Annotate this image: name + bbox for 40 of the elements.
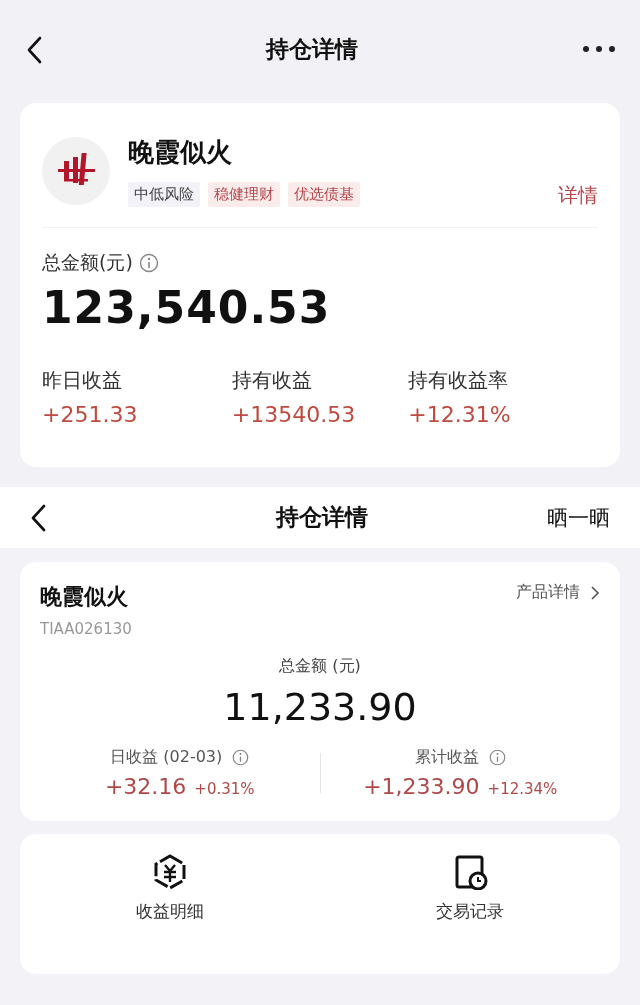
total-amount: 11,233.90 [222,685,418,729]
product-name: 晚霞似火 [128,136,233,169]
product-tag: 中低风险 [128,182,200,207]
action-item[interactable]: 收益明细 [20,854,320,974]
action-label: 收益明细 [136,900,204,923]
back-icon[interactable] [26,35,42,64]
stat-value: +32.16 [104,774,187,799]
info-icon[interactable] [138,253,159,273]
product-tag: 稳健理财 [208,182,280,207]
product-code: TIAA026130 [40,620,132,638]
chevron-right-icon [590,584,600,601]
stat-percent: +12.34% [487,780,558,798]
details-link[interactable]: 详情 [558,182,598,209]
total-amount-label: 总金额 (元) [278,656,362,677]
stat-value: +12.31% [408,402,512,427]
page-title: 持仓详情 [264,35,359,64]
share-link[interactable]: 晒一晒 [547,503,610,532]
back-icon[interactable] [30,503,46,532]
product-details-link[interactable]: 产品详情 [516,582,600,603]
action-item[interactable]: 交易记录 [320,854,620,974]
more-icon[interactable] [582,44,616,53]
info-icon[interactable] [488,749,506,766]
total-amount-label: 总金额(元) [42,250,133,275]
stat-value: +251.33 [42,402,139,427]
stat-label: 持有收益 [231,367,313,394]
stat-value: +13540.53 [231,402,357,427]
total-amount: 123,540.53 [42,282,332,333]
product-tag: 优选债基 [288,182,360,207]
action-label: 交易记录 [436,900,504,923]
stat-label: 昨日收益 [42,367,123,394]
stat-label: 日收益 (02-03) [110,747,223,768]
stat-value: +1,233.90 [363,774,480,799]
yuan-hexagon-icon [152,854,188,890]
product-name: 晚霞似火 [40,583,129,611]
stat-percent: +0.31% [194,780,255,798]
stat-label: 累计收益 [414,747,479,768]
page-title: 持仓详情 [274,503,369,532]
fund-logo-icon [42,137,110,205]
stat-label: 持有收益率 [408,367,510,394]
info-icon[interactable] [232,749,250,766]
